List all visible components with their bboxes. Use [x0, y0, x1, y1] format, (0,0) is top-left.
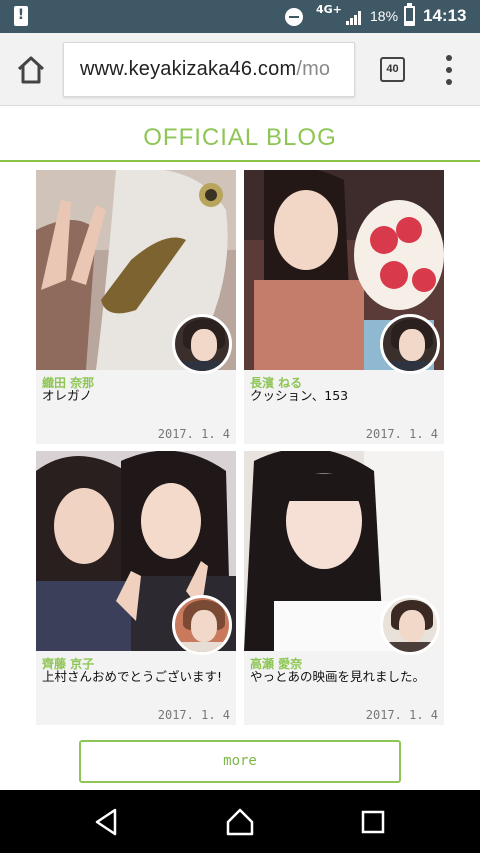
clock: 14:13: [423, 6, 467, 25]
page-title: OFFICIAL BLOG: [143, 124, 337, 151]
post-title: オレガノ: [42, 388, 93, 403]
post-date: 2017. 1. 4: [157, 427, 230, 441]
post-title: クッション、153: [250, 388, 349, 403]
url-main: www.keyakizaka46.com: [80, 58, 297, 80]
dnd-icon: [285, 8, 303, 26]
blog-card[interactable]: 齊藤 京子 上村さんおめでとうございます! 2017. 1. 4: [36, 451, 236, 725]
recents-icon[interactable]: [357, 806, 389, 838]
more-vert-icon[interactable]: [440, 55, 458, 85]
url-rest: /mo: [296, 58, 331, 80]
url-bar[interactable]: www.keyakizaka46.com/mo: [63, 42, 355, 97]
blog-card[interactable]: 織田 奈那 オレガノ 2017. 1. 4: [36, 170, 236, 444]
blog-card[interactable]: 長濱 ねる クッション、153 2017. 1. 4: [244, 170, 444, 444]
post-title: 上村さんおめでとうございます!: [42, 669, 223, 684]
status-bar: 4G+ 18% 14:13: [0, 0, 480, 33]
post-date: 2017. 1. 4: [365, 427, 438, 441]
alert-icon: [14, 6, 28, 26]
post-date: 2017. 1. 4: [157, 708, 230, 722]
more-button[interactable]: more: [79, 740, 401, 783]
back-icon[interactable]: [91, 806, 123, 838]
tab-switcher-icon[interactable]: 40: [380, 57, 405, 82]
author-avatar: [172, 314, 232, 374]
author-avatar: [380, 314, 440, 374]
page-header: OFFICIAL BLOG: [0, 106, 480, 162]
network-type: 4G+: [316, 3, 342, 16]
author-avatar: [172, 595, 232, 655]
post-date: 2017. 1. 4: [365, 708, 438, 722]
home-icon[interactable]: [14, 53, 48, 87]
signal-icon: [346, 11, 361, 25]
blog-card[interactable]: 高瀬 愛奈 やっとあの映画を見れました。 2017. 1. 4: [244, 451, 444, 725]
author-avatar: [380, 595, 440, 655]
url-text: www.keyakizaka46.com/mo: [80, 58, 330, 81]
battery-icon: [404, 3, 415, 26]
browser-toolbar: www.keyakizaka46.com/mo 40: [0, 33, 480, 106]
battery-percent: 18%: [370, 8, 399, 24]
android-nav-bar: [0, 790, 480, 853]
home-nav-icon[interactable]: [224, 806, 256, 838]
post-title: やっとあの映画を見れました。: [250, 669, 426, 684]
